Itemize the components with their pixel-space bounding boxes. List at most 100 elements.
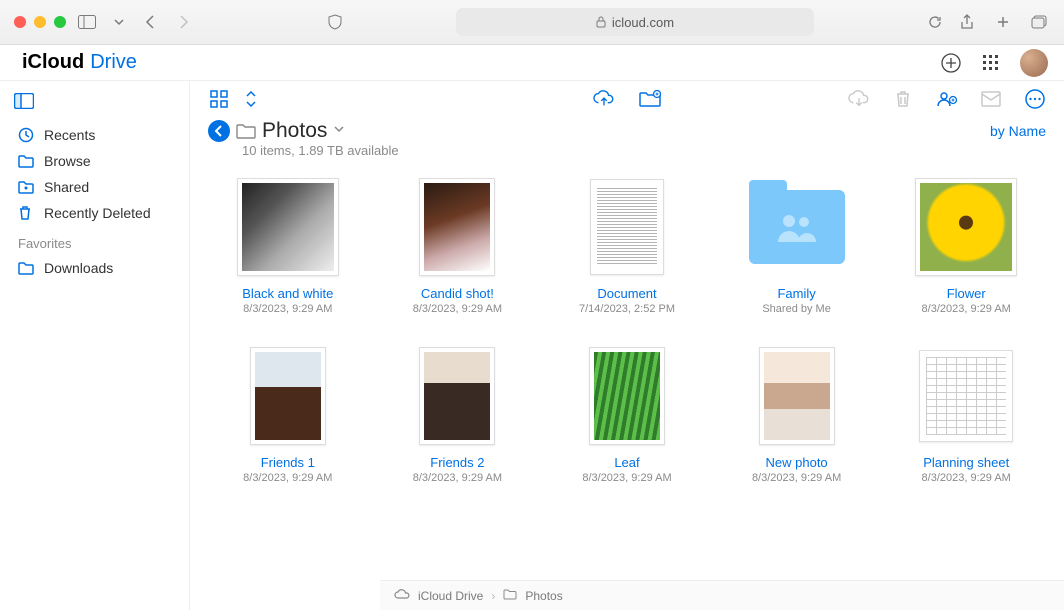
image-thumbnail: [759, 347, 835, 445]
item-meta: 8/3/2023, 9:29 AM: [752, 472, 841, 484]
account-avatar[interactable]: [1020, 49, 1048, 77]
file-item[interactable]: Friends 1 8/3/2023, 9:29 AM: [208, 345, 368, 484]
collaborate-icon[interactable]: [936, 88, 958, 110]
folder-small-icon: [503, 589, 517, 603]
new-tab-icon[interactable]: [992, 11, 1014, 33]
address-bar[interactable]: icloud.com: [456, 8, 814, 36]
new-folder-icon[interactable]: [639, 88, 661, 110]
delete-icon[interactable]: [892, 88, 914, 110]
main-content: Photos by Name 10 items, 1.89 TB availab…: [190, 81, 1064, 610]
apps-grid-icon[interactable]: [980, 52, 1002, 74]
toolbar: [190, 81, 1064, 117]
upload-icon[interactable]: [593, 88, 615, 110]
file-item[interactable]: New photo 8/3/2023, 9:29 AM: [717, 345, 877, 484]
sidebar-collapse-icon[interactable]: [8, 89, 181, 122]
add-circle-icon[interactable]: [940, 52, 962, 74]
item-meta: 8/3/2023, 9:29 AM: [243, 472, 332, 484]
title-chevron-icon[interactable]: [333, 122, 345, 140]
sidebar-item-label: Downloads: [44, 260, 113, 276]
item-name: Planning sheet: [923, 455, 1009, 470]
document-thumbnail: [590, 179, 664, 275]
image-thumbnail: [419, 347, 495, 445]
file-item[interactable]: Family Shared by Me: [717, 176, 877, 315]
item-name: Flower: [947, 286, 986, 301]
email-icon[interactable]: [980, 88, 1002, 110]
sidebar-item-downloads[interactable]: Downloads: [8, 255, 181, 281]
clock-icon: [18, 127, 36, 143]
items-grid: Black and white8/3/2023, 9:29 AMCandid s…: [190, 168, 1064, 610]
zoom-window-button[interactable]: [54, 16, 66, 28]
sidebar-item-browse[interactable]: Browse: [8, 148, 181, 174]
file-item[interactable]: Flower 8/3/2023, 9:29 AM: [886, 176, 1046, 315]
back-button[interactable]: [140, 11, 162, 33]
breadcrumb-root[interactable]: iCloud Drive: [418, 589, 483, 603]
item-meta: 8/3/2023, 9:29 AM: [922, 472, 1011, 484]
address-text: icloud.com: [612, 15, 674, 30]
folder-glyph-icon: [236, 123, 256, 139]
item-name: Family: [777, 286, 815, 301]
item-name: Friends 2: [430, 455, 484, 470]
sidebar-toggle-icon[interactable]: [76, 11, 98, 33]
breadcrumb-current: Photos: [525, 589, 562, 603]
sidebar-item-label: Browse: [44, 153, 91, 169]
view-grid-icon[interactable]: [208, 88, 230, 110]
spreadsheet-thumbnail: [919, 350, 1013, 442]
sidebar: Recents Browse Shared Recently Deleted F…: [0, 81, 190, 610]
folder-subtitle: 10 items, 1.89 TB available: [190, 143, 1064, 168]
view-options-icon[interactable]: [240, 88, 262, 110]
chevron-down-icon[interactable]: [108, 11, 130, 33]
shared-folder-icon: [18, 180, 36, 194]
folder-title: Photos: [262, 119, 327, 143]
item-name: New photo: [766, 455, 828, 470]
file-item[interactable]: Leaf8/3/2023, 9:29 AM: [547, 345, 707, 484]
folder-thumbnail: [749, 190, 845, 264]
item-meta: 8/3/2023, 9:29 AM: [243, 303, 332, 315]
image-thumbnail: [589, 347, 665, 445]
item-name: Candid shot!: [421, 286, 494, 301]
minimize-window-button[interactable]: [34, 16, 46, 28]
image-thumbnail: [419, 178, 495, 276]
sidebar-section-favorites: Favorites: [8, 226, 181, 255]
cloud-icon: [394, 588, 410, 603]
sort-by-button[interactable]: by Name: [990, 123, 1046, 139]
browser-chrome: icloud.com: [0, 0, 1064, 45]
logo-icloud: iCloud: [22, 51, 84, 74]
sidebar-item-shared[interactable]: Shared: [8, 174, 181, 200]
tabs-overview-icon[interactable]: [1028, 11, 1050, 33]
file-item[interactable]: Black and white 8/3/2023, 9:29 AM: [208, 176, 368, 315]
more-icon[interactable]: [1024, 88, 1046, 110]
item-meta: Shared by Me: [762, 303, 830, 315]
sidebar-item-recents[interactable]: Recents: [8, 122, 181, 148]
sidebar-item-recently-deleted[interactable]: Recently Deleted: [8, 200, 181, 226]
download-icon[interactable]: [848, 88, 870, 110]
folder-icon: [18, 154, 36, 168]
window-controls: [14, 16, 66, 28]
logo-drive: Drive: [90, 51, 137, 74]
image-thumbnail: [915, 178, 1017, 276]
shield-icon[interactable]: [324, 11, 346, 33]
item-meta: 8/3/2023, 9:29 AM: [922, 303, 1011, 315]
folder-icon: [18, 261, 36, 275]
image-thumbnail: [250, 347, 326, 445]
share-icon[interactable]: [956, 11, 978, 33]
item-name: Leaf: [614, 455, 639, 470]
reload-icon[interactable]: [924, 11, 946, 33]
app-logo[interactable]: iCloud Drive: [16, 51, 137, 74]
sidebar-item-label: Shared: [44, 179, 89, 195]
item-meta: 7/14/2023, 2:52 PM: [579, 303, 675, 315]
file-item[interactable]: Planning sheet 8/3/2023, 9:29 AM: [886, 345, 1046, 484]
sidebar-item-label: Recents: [44, 127, 95, 143]
close-window-button[interactable]: [14, 16, 26, 28]
item-name: Black and white: [242, 286, 333, 301]
item-name: Document: [597, 286, 656, 301]
app-header: iCloud Drive: [0, 45, 1064, 81]
item-name: Friends 1: [261, 455, 315, 470]
file-item[interactable]: Candid shot! 8/3/2023, 9:29 AM: [378, 176, 538, 315]
sidebar-item-label: Recently Deleted: [44, 205, 151, 221]
item-meta: 8/3/2023, 9:29 AM: [413, 303, 502, 315]
forward-button[interactable]: [172, 11, 194, 33]
file-item[interactable]: Document 7/14/2023, 2:52 PM: [547, 176, 707, 315]
back-circle-button[interactable]: [208, 120, 230, 142]
title-row: Photos by Name: [190, 117, 1064, 143]
file-item[interactable]: Friends 28/3/2023, 9:29 AM: [378, 345, 538, 484]
